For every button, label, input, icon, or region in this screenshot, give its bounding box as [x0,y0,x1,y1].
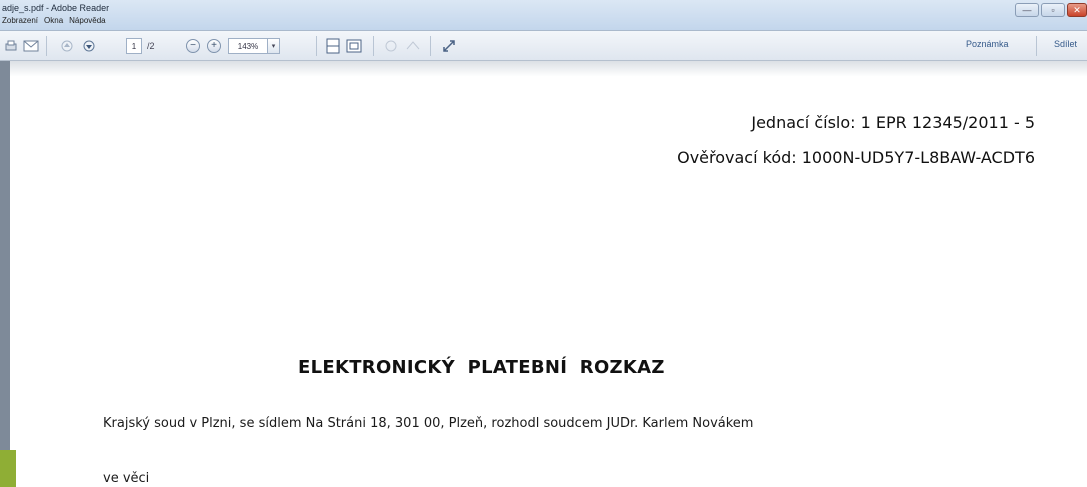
viewer-top-shadow [10,61,1087,87]
sign-icon[interactable] [404,37,422,55]
zoom-in-icon[interactable]: + [207,39,221,53]
zoom-out-icon[interactable]: − [186,39,200,53]
page-total-label: /2 [147,41,155,51]
paragraph-matter: ve věci [103,471,150,486]
minimize-button[interactable]: — [1015,3,1039,17]
fit-width-icon[interactable] [345,37,363,55]
read-mode-icon[interactable] [382,37,400,55]
window-titlebar: adje_s.pdf - Adobe Reader Zobrazení Okna… [0,0,1087,31]
menu-item-help[interactable]: Nápověda [69,16,105,28]
menu-item-window[interactable]: Okna [44,16,63,28]
close-button[interactable]: ✕ [1067,3,1087,17]
main-toolbar: 1 /2 − + 143% ▾ Poznámka Sdílet [0,31,1087,61]
pdf-page: Jednací číslo: 1 EPR 12345/2011 - 5 Ověř… [10,87,1087,487]
reference-label: Jednací číslo: [751,113,856,132]
reference-value: 1 EPR 12345/2011 - 5 [860,113,1035,132]
window-title: adje_s.pdf - Adobe Reader [2,3,110,13]
reference-number-line: Jednací číslo: 1 EPR 12345/2011 - 5 [751,113,1035,132]
share-button[interactable]: Sdílet [1054,39,1077,49]
email-icon[interactable] [22,37,40,55]
print-icon[interactable] [2,37,20,55]
previous-page-icon[interactable] [58,37,76,55]
window-controls: — ▫ ✕ [1015,3,1087,17]
next-page-icon[interactable] [80,37,98,55]
menu-item-view[interactable]: Zobrazení [2,16,38,28]
fit-page-icon[interactable] [324,37,342,55]
document-heading: ELEKTRONICKÝ PLATEBNÍ ROZKAZ [298,357,665,378]
page-number-input[interactable]: 1 [126,38,142,54]
zoom-level-field[interactable]: 143% [228,38,268,54]
expand-icon[interactable] [440,37,458,55]
maximize-button[interactable]: ▫ [1041,3,1065,17]
verification-label: Ověřovací kód: [677,148,797,167]
zoom-dropdown-icon[interactable]: ▾ [268,38,280,54]
green-accent-tab [0,450,16,487]
verification-value: 1000N-UD5Y7-L8BAW-ACDT6 [801,148,1035,167]
comment-button[interactable]: Poznámka [966,39,1009,49]
menu-bar: Zobrazení Okna Nápověda [2,16,106,28]
paragraph-court: Krajský soud v Plzni, se sídlem Na Strán… [103,416,754,431]
viewer-left-border [0,61,10,487]
verification-code-line: Ověřovací kód: 1000N-UD5Y7-L8BAW-ACDT6 [677,148,1035,167]
